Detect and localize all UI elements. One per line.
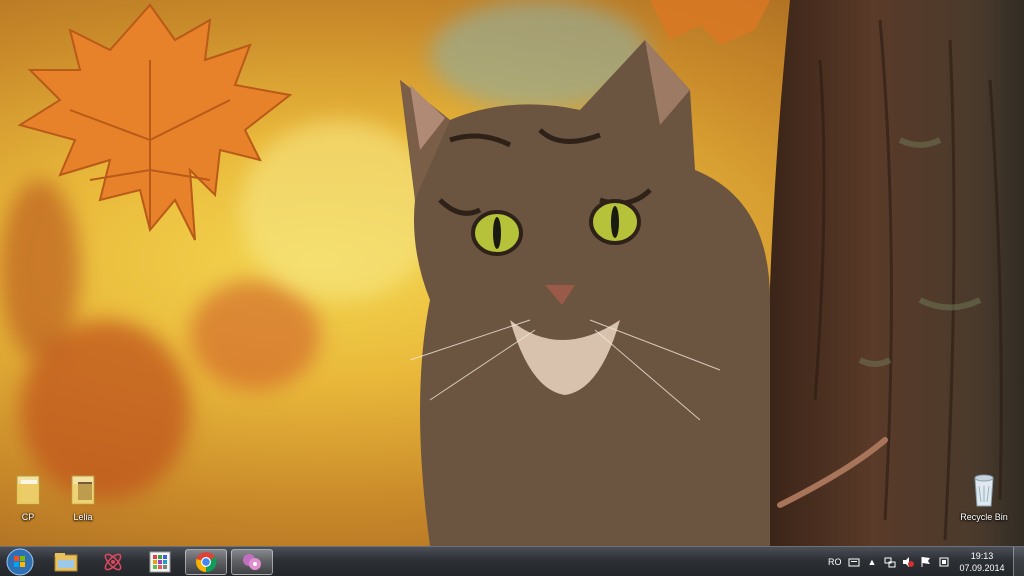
recycle-bin-icon	[974, 474, 994, 507]
show-desktop-button[interactable]	[1013, 547, 1024, 577]
cat-graphic	[400, 40, 770, 546]
network-icon[interactable]	[884, 556, 896, 568]
desktop-icon-label: Lelia	[73, 512, 93, 522]
clock-time: 19:13	[970, 551, 994, 561]
desktop-icon-label: CP	[21, 512, 35, 522]
start-button[interactable]	[0, 548, 40, 576]
clock-date: 07.09.2014	[959, 563, 1005, 573]
taskbar-clock[interactable]: 19:13 07.09.2014	[956, 550, 1008, 574]
tree-trunk-graphic	[767, 0, 1024, 546]
folder-icon	[16, 475, 40, 505]
taskbar-button-chrome[interactable]	[185, 549, 227, 575]
windows-start-icon	[6, 548, 34, 576]
volume-muted-icon[interactable]	[902, 556, 915, 568]
file-explorer-icon	[54, 553, 78, 572]
messenger-icon	[243, 554, 261, 570]
atom-app-icon	[104, 553, 122, 571]
taskbar-button-atom-app[interactable]	[92, 549, 134, 575]
show-hidden-icons-chevron-icon[interactable]: ▲	[868, 557, 877, 567]
taskbar-button-control-panel[interactable]	[139, 549, 181, 575]
desktop-icon-label: Recycle Bin	[960, 512, 1008, 522]
folder-icon	[71, 475, 95, 505]
desktop-wallpaper: CP Lelia Recycle Bin	[0, 0, 1024, 546]
device-icon[interactable]	[938, 556, 950, 568]
taskbar: RO ▲ 19:13 07.09.2014	[0, 546, 1024, 577]
keyboard-icon[interactable]	[848, 557, 860, 567]
action-center-flag-icon[interactable]	[920, 556, 932, 568]
maple-leaf-graphic	[17, 3, 293, 241]
taskbar-button-file-explorer[interactable]	[45, 549, 87, 575]
desktop-icon-lelia[interactable]: Lelia	[55, 472, 111, 522]
desktop-icon-cp[interactable]: CP	[0, 472, 56, 522]
language-indicator[interactable]: RO	[828, 557, 842, 567]
taskbar-button-messenger[interactable]	[231, 549, 273, 575]
control-panel-icon	[149, 551, 171, 573]
desktop-icon-recycle-bin[interactable]: Recycle Bin	[954, 472, 1014, 522]
chrome-icon	[196, 552, 217, 573]
wallpaper-bokeh	[190, 280, 320, 390]
system-tray: RO ▲	[828, 547, 950, 577]
